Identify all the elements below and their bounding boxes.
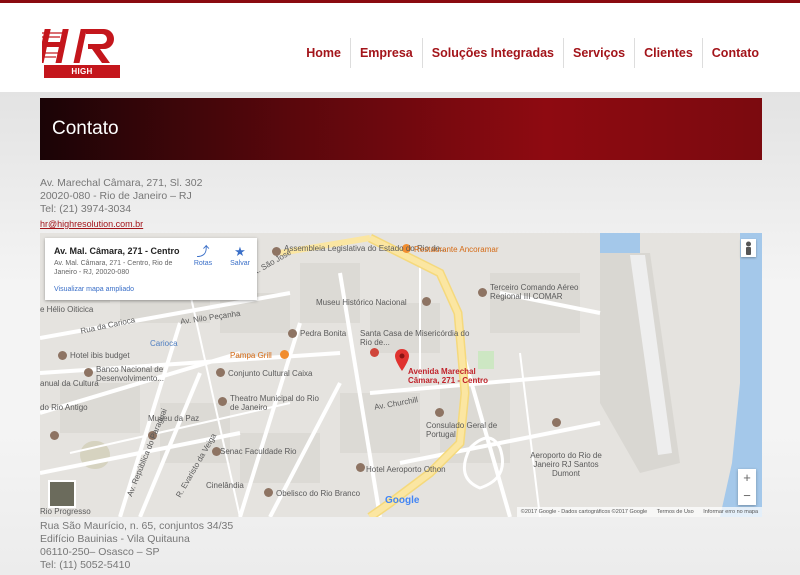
label-aeroporto: Aeroporto do Rio de Janeiro RJ Santos Du… (530, 451, 602, 478)
page-banner: Contato (40, 98, 762, 160)
label-cinelandia: Cinelândia (206, 481, 244, 490)
poi-hotel-ibis-icon[interactable] (58, 351, 67, 360)
address-rj-phone: Tel: (21) 3974-3034 (40, 203, 132, 215)
terms-link[interactable]: Termos de Uso (657, 509, 694, 515)
label-terceiro: Terceiro Comando Aéreo Regional III COMA… (490, 283, 579, 301)
directions-icon: ⤴ (196, 244, 210, 259)
label-pampa: Pampa Grill (230, 351, 272, 360)
address-rj-street: Av. Marechal Câmara, 271, Sl. 302 (40, 177, 203, 189)
label-hotel-aeroporto: Hotel Aeroporto Othon (366, 465, 446, 474)
logo-caption: HIGH RESOLUTION (44, 65, 120, 89)
label-santa-casa: Santa Casa de Misericórdia do Rio de... (360, 329, 470, 347)
save-label: Salvar (230, 260, 250, 267)
poi-obelisco-icon[interactable] (264, 488, 273, 497)
poi-banco-icon[interactable] (84, 368, 93, 377)
address-sp-building: Edifício Bauinias - Vila Quitauna (40, 533, 190, 545)
label-museu-historico: Museu Histórico Nacional (316, 298, 407, 307)
label-rio-antigo: do Rio Antigo (40, 403, 88, 412)
nav-solucoes[interactable]: Soluções Integradas (423, 38, 563, 68)
label-pedra-bonita: Pedra Bonita (300, 329, 347, 338)
logo-monogram-icon (37, 29, 114, 63)
location-pin-icon[interactable] (395, 349, 409, 371)
label-conjunto: Conjunto Cultural Caixa (228, 369, 313, 378)
map-info-card: Av. Mal. Câmara, 271 - Centro Av. Mal. C… (45, 238, 257, 300)
info-card-address: Av. Mal. Câmara, 271 - Centro, Rio de Ja… (54, 260, 173, 276)
poi-terceiro-icon[interactable] (478, 288, 487, 297)
poi-aeroporto-icon[interactable] (552, 418, 561, 427)
label-restaurante: Restaurante Ancoramar (414, 245, 499, 254)
poi-rio-antigo-icon[interactable] (50, 431, 59, 440)
address-rj-city: 20020-080 - Rio de Janeiro – RJ (40, 190, 192, 202)
poi-consulado-icon[interactable] (435, 408, 444, 417)
address-sp-city: 06110-250– Osasco – SP (40, 546, 160, 558)
nav-servicos[interactable]: Serviços (564, 38, 634, 68)
nav-clientes[interactable]: Clientes (635, 38, 702, 68)
directions-button[interactable]: ⤴ Rotas (188, 244, 218, 267)
satellite-toggle-thumbnail[interactable] (48, 480, 76, 508)
nav-home[interactable]: Home (297, 38, 350, 68)
address-sp-phone: Tel: (11) 5052-5410 (40, 559, 131, 571)
street-view-pegman-icon[interactable] (741, 239, 756, 257)
zoom-in-button[interactable]: + (738, 469, 756, 487)
info-card-title: Av. Mal. Câmara, 271 - Centro (54, 246, 180, 256)
poi-hospital-icon[interactable] (370, 348, 379, 357)
label-obelisco: Obelisco do Rio Branco (276, 489, 361, 498)
label-hotel-ibis: Hotel ibis budget (70, 351, 130, 360)
report-error-link[interactable]: Informar erro no mapa (703, 509, 758, 515)
poi-conjunto-icon[interactable] (216, 368, 225, 377)
poi-pampa-icon[interactable] (280, 350, 289, 359)
site-header: HIGH RESOLUTION Home Empresa Soluções In… (0, 3, 800, 92)
label-consulado: Consulado Geral de Portugal (426, 421, 498, 439)
label-senac: Senac Faculdade Rio (220, 447, 297, 456)
map-attribution: ©2017 Google - Dados cartográficos ©2017… (516, 507, 762, 517)
label-helio: e Hélio Oiticica (40, 305, 94, 314)
directions-label: Rotas (193, 260, 213, 267)
google-logo: Google (385, 495, 419, 506)
label-theatro: Theatro Municipal do Rio de Janeiro (230, 394, 319, 412)
label-banco: Banco Nacional de Desenvolvimento... (96, 365, 165, 383)
poi-pedra-bonita-icon[interactable] (288, 329, 297, 338)
nav-contato[interactable]: Contato (703, 38, 768, 68)
zoom-controls: + − (738, 469, 756, 505)
label-rio-progresso: Rio Progresso (40, 507, 91, 516)
poi-museu-historico-icon[interactable] (422, 297, 431, 306)
google-map[interactable]: Assembleia Legislativa do Estado do Rio … (40, 233, 762, 517)
zoom-out-button[interactable]: − (738, 487, 756, 505)
contact-email-link[interactable]: hr@highresolution.com.br (40, 219, 143, 229)
poi-hotel-aeroporto-icon[interactable] (356, 463, 365, 472)
larger-map-link[interactable]: Visualizar mapa ampliado (54, 286, 134, 293)
nav-empresa[interactable]: Empresa (351, 38, 422, 68)
poi-theatro-icon[interactable] (218, 397, 227, 406)
company-logo[interactable]: HIGH RESOLUTION (37, 23, 122, 89)
label-carioca: Carioca (150, 339, 178, 348)
marker-label: Avenida Marechal Câmara, 271 - Centro (408, 367, 489, 385)
page-title: Contato (52, 118, 119, 139)
label-anual: anual da Cultura (40, 379, 99, 388)
google-wordmark: Google (385, 495, 420, 506)
star-icon: ★ (234, 244, 246, 259)
main-nav: Home Empresa Soluções Integradas Serviço… (297, 38, 768, 68)
attribution-copyright: ©2017 Google - Dados cartográficos ©2017… (520, 509, 648, 515)
save-button[interactable]: ★ Salvar (225, 244, 255, 267)
address-sp-street: Rua São Maurício, n. 65, conjuntos 34/35 (40, 520, 234, 532)
